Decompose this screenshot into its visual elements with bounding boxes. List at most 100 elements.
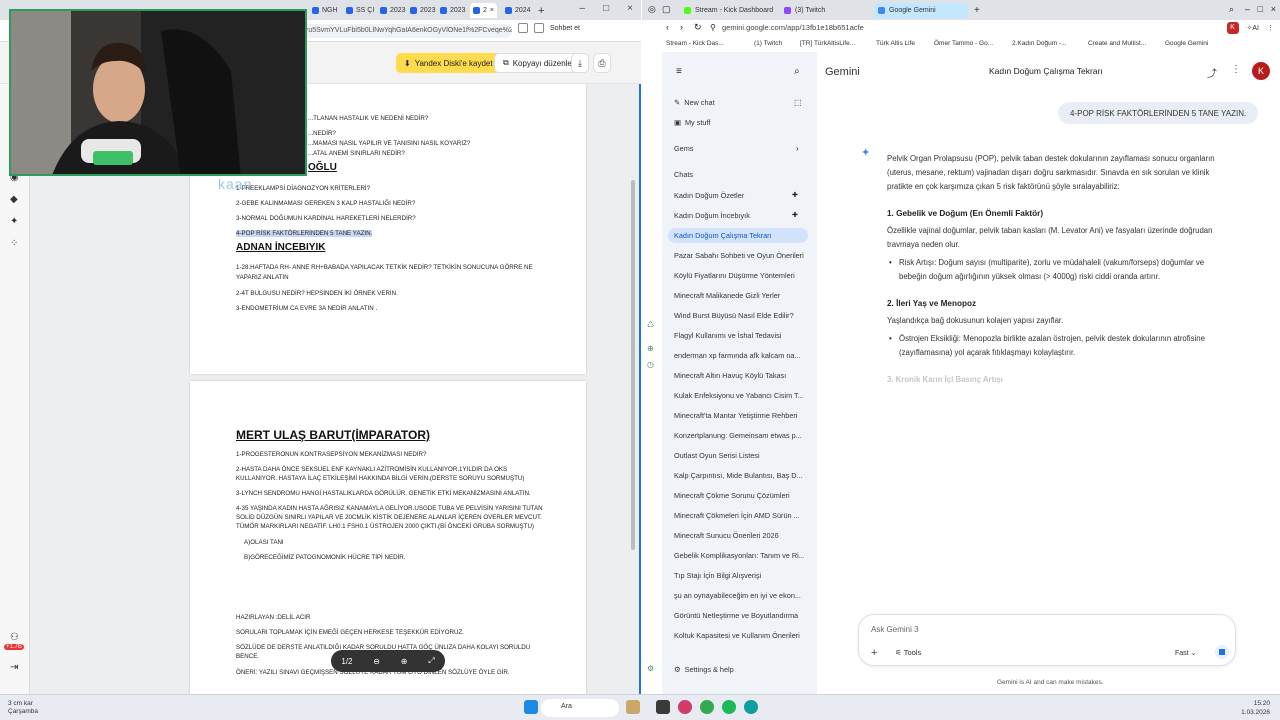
- chat-item[interactable]: Kadın Doğum İncebıyık: [674, 211, 804, 220]
- tab[interactable]: 2023: [440, 3, 466, 18]
- chat-item[interactable]: enderman xp farmında afk kalcam na...: [674, 351, 804, 360]
- extension-icon[interactable]: [518, 23, 528, 33]
- profile-avatar[interactable]: K: [1226, 22, 1239, 34]
- prompt-input[interactable]: Ask Gemini 3: [871, 625, 919, 634]
- chat-item[interactable]: Kadın Doğum Çalışma Tekrarı: [668, 228, 808, 243]
- menu-icon[interactable]: ≡: [676, 66, 682, 77]
- chat-item[interactable]: şu an oynayabileceğim en iyi ve ekon...: [674, 591, 804, 600]
- bookmark[interactable]: 2.Kadın Doğum -...: [1012, 40, 1067, 47]
- taskbar-search[interactable]: Ara: [541, 699, 619, 717]
- chat-item[interactable]: Kadın Doğum Özetler: [674, 191, 804, 200]
- chat-item[interactable]: Köylü Fiyatlarını Düşürme Yöntemleri: [674, 271, 804, 280]
- browser-menu-icon[interactable]: ◎: [648, 4, 656, 15]
- chat-item[interactable]: Gebelik Komplikasyonları: Tanım ve Ri...: [674, 551, 804, 560]
- rail-icon[interactable]: ✦: [10, 216, 18, 227]
- chat-item[interactable]: Pazar Sabahı Sohbeti ve Oyun Önerileri: [674, 251, 804, 260]
- new-tab-button[interactable]: +: [538, 3, 544, 18]
- chat-item[interactable]: Kalp Çarpıntısı, Mide Bulantısı, Baş D..…: [674, 471, 804, 480]
- tab-active[interactable]: 2 ×: [470, 3, 497, 18]
- bookmark[interactable]: Türk Altis Life: [876, 40, 915, 47]
- new-tab-button[interactable]: +: [970, 3, 984, 18]
- chat-item[interactable]: Minecraft Sunucu Önerileri 2026: [674, 531, 804, 540]
- print-button[interactable]: ⎙: [593, 53, 611, 73]
- opera-icon[interactable]: [678, 700, 692, 714]
- spotify-icon[interactable]: [722, 700, 736, 714]
- fullscreen-icon[interactable]: ⤢: [428, 656, 434, 666]
- zoom-out-icon[interactable]: ⊖: [373, 657, 380, 666]
- share-icon[interactable]: ⤴: [1207, 65, 1217, 80]
- mode-selector[interactable]: Fast ⌄: [1175, 649, 1196, 657]
- tab-kick[interactable]: Stream - Kick Dashboard: [680, 3, 777, 18]
- bookmark[interactable]: (1) Twitch: [754, 40, 782, 47]
- url-field[interactable]: ru5SvmYVLuFbi5b0LlNwYqhGaIA6enkOGyVlONe1…: [300, 24, 512, 38]
- site-info-icon[interactable]: ⚲: [710, 23, 716, 32]
- stop-button[interactable]: [1215, 645, 1229, 659]
- bookmark[interactable]: Ömer Tammo - Go...: [934, 40, 993, 47]
- search-icon[interactable]: ⌕: [1229, 4, 1234, 15]
- url-field[interactable]: gemini.google.com/app/13fb1e18b651acfe: [722, 23, 864, 32]
- bookmark[interactable]: Google Gemini: [1165, 40, 1208, 47]
- more-icon[interactable]: ⋮: [1267, 24, 1274, 32]
- bookmark[interactable]: Create and Multist...: [1088, 40, 1146, 47]
- rail-icon[interactable]: ⚙: [647, 664, 654, 673]
- close-icon[interactable]: ×: [1271, 4, 1276, 14]
- ai-icon[interactable]: ✧AI: [1247, 24, 1260, 32]
- download-button[interactable]: ⤓: [571, 53, 589, 73]
- chat-item[interactable]: Minecraft'ta Mantar Yetiştirme Rehberi: [674, 411, 804, 420]
- chevron-right-icon[interactable]: ›: [796, 144, 799, 153]
- tab[interactable]: 2023: [380, 3, 406, 18]
- rail-icon[interactable]: ♺: [647, 320, 654, 329]
- bookmark[interactable]: [TR] TürkAltisLife...: [800, 40, 855, 47]
- chrome-icon[interactable]: [700, 700, 714, 714]
- search-icon[interactable]: ⌕: [794, 66, 800, 77]
- rail-icon[interactable]: ◷: [647, 360, 654, 369]
- chat-item[interactable]: Flagyl Kullanımı ve İshal Tedavisi: [674, 331, 804, 340]
- chat-item[interactable]: Tıp Stajı İçin Bilgi Alışverişi: [674, 571, 804, 580]
- maximize-icon[interactable]: □: [1258, 4, 1263, 14]
- chat-item[interactable]: Minecraft Malikanede Gizli Yerler: [674, 291, 804, 300]
- rail-icon[interactable]: ◆: [10, 194, 18, 205]
- reload-icon[interactable]: ↻: [694, 22, 702, 33]
- tab[interactable]: 2024: [505, 3, 531, 18]
- chat-label[interactable]: Sohbet et: [550, 25, 580, 32]
- chat-item[interactable]: Outlast Oyun Serisi Listesi: [674, 451, 804, 460]
- taskview-icon[interactable]: [626, 700, 640, 714]
- rail-icon[interactable]: ⊕: [647, 344, 654, 353]
- forward-icon[interactable]: ›: [680, 22, 683, 32]
- new-chat-button[interactable]: ✎ New chat: [674, 98, 804, 107]
- chat-item[interactable]: Görüntü Netleştirme ve Boyutlandırma: [674, 611, 804, 620]
- zoom-in-icon[interactable]: ⊕: [401, 657, 408, 666]
- chat-item[interactable]: Minecraft Çökmeleri İçin AMD Sürün ...: [674, 511, 804, 520]
- minimize-icon[interactable]: –: [1245, 4, 1250, 14]
- minimize-icon[interactable]: –: [580, 3, 586, 14]
- exit-icon[interactable]: ⇥: [10, 662, 18, 673]
- windows-start-icon[interactable]: [524, 700, 538, 714]
- chat-item[interactable]: Wind Burst Büyüsü Nasıl Elde Edilir?: [674, 311, 804, 320]
- tab-twitch[interactable]: (3) Twitch: [780, 3, 829, 18]
- tools-button[interactable]: ⚟ Tools: [895, 648, 921, 657]
- explorer-icon[interactable]: [656, 700, 670, 714]
- back-icon[interactable]: ‹: [666, 22, 669, 32]
- my-stuff-button[interactable]: ▣ My stuff: [674, 118, 804, 127]
- gems-button[interactable]: Gems: [674, 144, 804, 153]
- weather-widget[interactable]: 3 cm kar Çarşamba: [8, 700, 38, 716]
- apps-icon[interactable]: ⁘: [10, 238, 18, 249]
- chat-item[interactable]: Koltuk Kapasitesi ve Kullanım Önerileri: [674, 631, 804, 640]
- chat-item[interactable]: Kulak Enfeksiyonu ve Yabancı Cisim T...: [674, 391, 804, 400]
- chat-item[interactable]: Minecraft Çökme Sorunu Çözümleri: [674, 491, 804, 500]
- tab-gemini[interactable]: Google Gemini: [874, 3, 968, 18]
- bookmark[interactable]: Stream - Kick Das...: [666, 40, 724, 47]
- tab-group-icon[interactable]: ▢: [662, 4, 671, 15]
- close-icon[interactable]: ×: [627, 3, 633, 14]
- network-icon[interactable]: ⚇: [10, 632, 19, 643]
- maximize-icon[interactable]: □: [603, 3, 609, 14]
- scrollbar[interactable]: [631, 180, 635, 550]
- edge-icon[interactable]: [744, 700, 758, 714]
- tab[interactable]: SS ÇI: [346, 3, 374, 18]
- chat-item[interactable]: Minecraft Altın Havuç Köylü Takası: [674, 371, 804, 380]
- yandex-save-button[interactable]: ⬇ Yandex Diski'e kaydet: [396, 53, 501, 73]
- tab[interactable]: NGH: [312, 3, 338, 18]
- profile-icon[interactable]: [534, 23, 544, 33]
- tab[interactable]: 2023: [410, 3, 436, 18]
- sidebar-toggle-icon[interactable]: ⬚: [794, 98, 802, 107]
